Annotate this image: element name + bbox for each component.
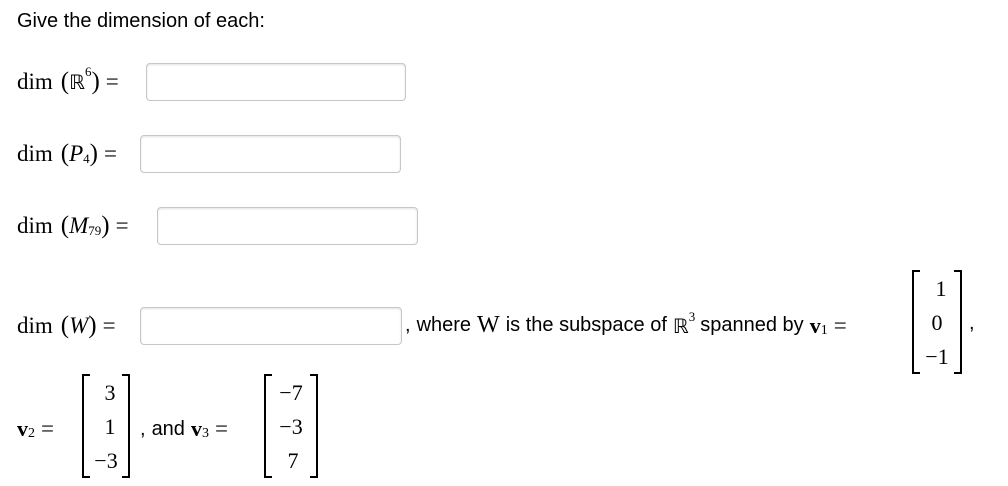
v2-label: v	[17, 416, 28, 441]
v2-entry-2: 1	[104, 414, 116, 439]
equals-sign: =	[102, 313, 116, 338]
left-paren: (	[60, 312, 70, 339]
v2-subscript: 2	[28, 426, 35, 441]
v2-entry-1: 3	[104, 380, 116, 405]
w-symbol: W	[477, 312, 500, 338]
subscript: 4	[83, 151, 90, 166]
exponent: 3	[688, 308, 696, 324]
matrix-space-symbol: M	[69, 213, 89, 238]
right-paren: )	[101, 212, 110, 239]
dim-r6-label: dim ( ℝ 6 ) =	[17, 64, 124, 96]
spanned-by-text: spanned by	[700, 314, 804, 336]
equals-sign: =	[115, 213, 129, 238]
where-text: where	[416, 314, 472, 336]
right-paren: )	[91, 68, 100, 95]
real-numbers-symbol: ℝ	[69, 70, 85, 94]
left-paren: (	[60, 140, 70, 167]
dim-text: dim	[17, 69, 53, 94]
left-paren: (	[60, 68, 70, 95]
dim-text: dim	[17, 141, 53, 166]
v2-vector: 3 1 −3	[82, 374, 130, 478]
and-text: and	[151, 417, 185, 440]
comma: ,	[140, 417, 146, 440]
right-paren: )	[88, 312, 97, 339]
real-numbers-symbol: ℝ	[672, 313, 689, 338]
polynomial-space-symbol: P	[69, 141, 84, 166]
subspace-text: is the subspace of	[505, 314, 667, 336]
v3-subscript: 3	[201, 426, 209, 441]
comma: ,	[405, 314, 411, 336]
v3-label-group: , and v 3 =	[140, 416, 233, 442]
subspace-description: , where W is the subspace of ℝ 3 spanned…	[405, 308, 852, 339]
instructions: Give the dimension of each:	[17, 10, 265, 32]
v1-entry-1: 1	[935, 276, 947, 301]
left-paren: (	[60, 212, 70, 239]
exponent: 6	[84, 64, 92, 79]
dim-w-label: dim ( W ) =	[17, 312, 121, 340]
equals-sign: =	[105, 69, 119, 94]
right-paren: )	[89, 140, 98, 167]
v1-entry-3: −1	[925, 344, 949, 369]
v3-entry-2: −3	[279, 414, 303, 439]
v1-label: v	[809, 312, 821, 338]
v2-entry-3: −3	[94, 448, 118, 473]
equals-sign: =	[104, 141, 117, 166]
equals-sign: =	[41, 416, 54, 441]
v1-vector: 1 0 −1	[912, 270, 962, 374]
dim-m79-label: dim ( M 79 ) =	[17, 212, 134, 240]
v1-entry-2: 0	[931, 310, 943, 335]
v2-label-group: v 2 =	[17, 416, 59, 442]
trailing-comma: ,	[969, 312, 975, 334]
v3-vector: −7 −3 7	[264, 374, 318, 478]
dim-text: dim	[17, 213, 53, 238]
equals-sign: =	[833, 312, 847, 338]
subspace-symbol: W	[69, 313, 89, 338]
v3-label: v	[190, 416, 202, 441]
equals-sign: =	[214, 416, 228, 441]
dim-text: dim	[17, 313, 53, 338]
dim-r6-input[interactable]	[146, 63, 406, 101]
v1-subscript: 1	[820, 322, 828, 338]
v3-entry-3: 7	[287, 448, 299, 473]
dim-p4-label: dim ( P 4 ) =	[17, 140, 122, 168]
dim-p4-input[interactable]	[140, 135, 401, 173]
dim-w-input[interactable]	[140, 307, 402, 345]
subscript: 79	[88, 223, 102, 238]
v3-entry-1: −7	[279, 380, 303, 405]
dim-m79-input[interactable]	[157, 207, 418, 245]
